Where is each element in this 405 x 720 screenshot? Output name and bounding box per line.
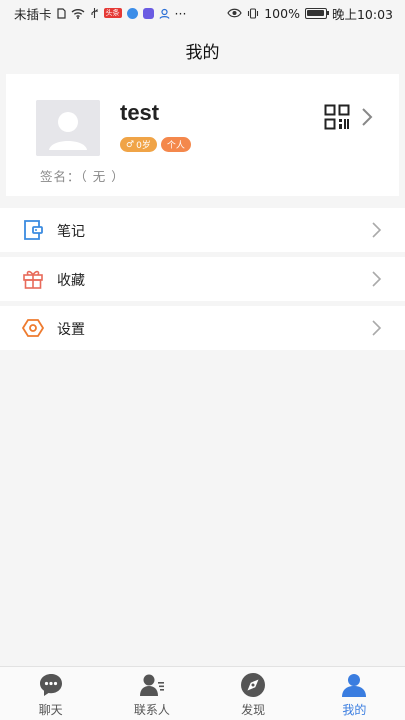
- menu-item-settings[interactable]: 设置: [0, 306, 405, 350]
- signature: 签名：（ 无 ）: [40, 166, 125, 185]
- page-title: 我的: [0, 26, 405, 74]
- chevron-right-icon: [372, 271, 382, 287]
- menu-label-favorites: 收藏: [57, 273, 85, 289]
- menu-label-notes: 笔记: [57, 224, 85, 240]
- app-notification-icon: [142, 7, 154, 19]
- menu-item-favorites[interactable]: 收藏: [0, 257, 405, 301]
- default-avatar-icon: [36, 100, 100, 156]
- chat-bubble-icon: [39, 674, 62, 696]
- account-type-badge: 个人: [160, 137, 191, 152]
- chevron-right-icon: [372, 222, 382, 238]
- more-notifications: ···: [174, 5, 187, 21]
- username: test: [120, 100, 160, 125]
- age-text: 0岁: [136, 141, 151, 151]
- news-app-badge: 头条: [103, 8, 122, 18]
- qr-code-icon[interactable]: [324, 104, 350, 130]
- eye-icon: [227, 8, 242, 18]
- nav-label-contacts: 联系人: [133, 703, 170, 717]
- notebook-icon: [24, 220, 43, 240]
- status-right: 100% 晚上10:03: [227, 4, 393, 23]
- contacts-icon: [139, 674, 164, 696]
- wifi-icon: [71, 8, 85, 19]
- chevron-right-icon[interactable]: [360, 106, 374, 128]
- vibrate-icon: [247, 7, 259, 19]
- person-icon: [342, 674, 367, 697]
- carrier-text: 未插卡: [14, 6, 52, 22]
- gift-icon: [23, 270, 43, 289]
- male-icon: ♂: [126, 139, 135, 150]
- nav-label-chat: 聊天: [38, 703, 63, 717]
- menu-label-settings: 设置: [57, 322, 85, 338]
- nav-tab-contacts[interactable]: 联系人: [101, 667, 202, 720]
- nav-label-discover: 发现: [241, 703, 266, 717]
- menu-item-notes[interactable]: 笔记: [0, 208, 405, 252]
- status-bar: 未插卡 头条 ··· 100% 晚上10:03: [0, 0, 405, 26]
- signature-label: 签名：: [40, 169, 81, 184]
- clock: 晚上10:03: [331, 6, 393, 22]
- nav-tab-discover[interactable]: 发现: [203, 667, 304, 720]
- battery-percent: 100%: [264, 5, 300, 21]
- profile-tags: ♂ 0岁 个人: [120, 137, 191, 152]
- battery-icon: [304, 7, 330, 19]
- profile-card[interactable]: test ♂ 0岁 个人 签名：（ 无 ）: [6, 74, 399, 196]
- compass-icon: [241, 673, 266, 697]
- chevron-right-icon: [372, 320, 382, 336]
- status-left: 未插卡 头条 ···: [14, 4, 186, 23]
- usb-icon: [90, 7, 99, 19]
- signature-value: （ 无 ）: [80, 169, 125, 184]
- nav-tab-chat[interactable]: 聊天: [0, 667, 101, 720]
- app-notification-icon: [126, 7, 138, 19]
- bottom-nav: 聊天 联系人 发现 我的: [0, 666, 405, 720]
- nav-label-me: 我的: [342, 703, 367, 717]
- settings-hexagon-icon: [22, 319, 44, 337]
- gender-age-badge: ♂ 0岁: [120, 137, 157, 152]
- avatar[interactable]: [36, 100, 100, 156]
- nav-tab-me[interactable]: 我的: [304, 667, 405, 720]
- user-notification-icon: [158, 8, 170, 19]
- sim-icon: [56, 7, 66, 19]
